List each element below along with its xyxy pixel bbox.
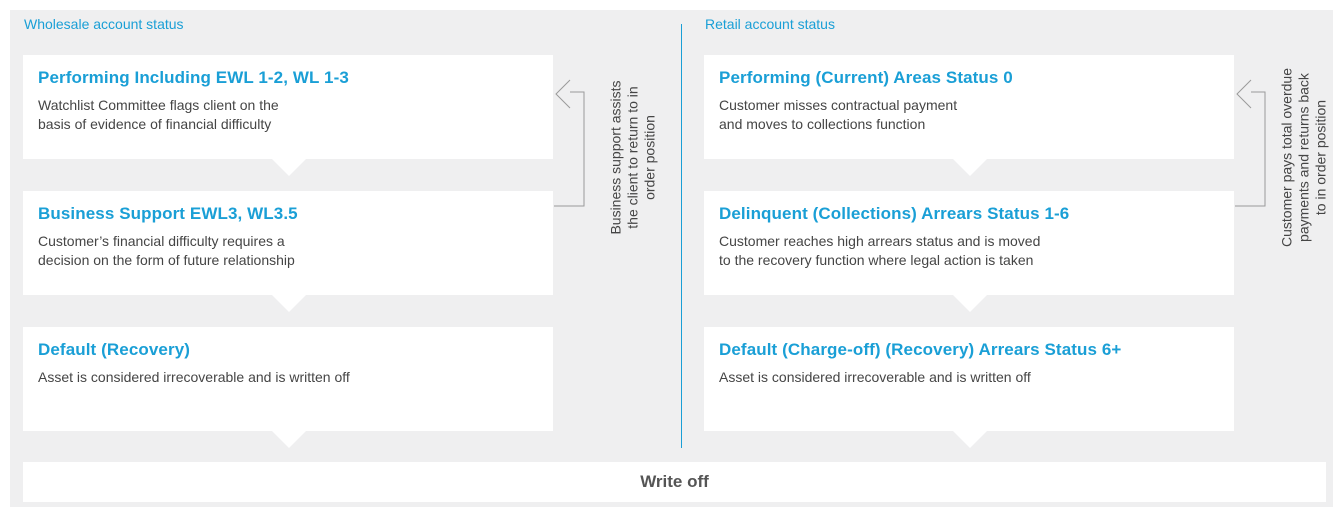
down-arrow-notch	[953, 159, 987, 176]
card-title: Performing Including EWL 1-2, WL 1-3	[38, 68, 349, 87]
wholesale-card-business-support: Business Support EWL3, WL3.5 Customer’s …	[23, 191, 553, 295]
retail-side-note: Customer pays total overdue payments and…	[1278, 68, 1329, 247]
down-arrow-notch	[953, 295, 987, 312]
retail-section-title: Retail account status	[705, 16, 835, 32]
down-arrow-notch	[272, 431, 306, 448]
card-description: Customer reaches high arrears status and…	[719, 233, 1041, 268]
down-arrow-notch	[953, 431, 987, 448]
wholesale-section-title: Wholesale account status	[24, 16, 184, 32]
card-title: Performing (Current) Areas Status 0	[719, 68, 1013, 87]
retail-card-performing: Performing (Current) Areas Status 0 Cust…	[704, 55, 1234, 159]
card-description: Asset is considered irrecoverable and is…	[719, 369, 1031, 385]
card-title: Business Support EWL3, WL3.5	[38, 204, 298, 223]
card-title: Delinquent (Collections) Arrears Status …	[719, 204, 1070, 223]
card-description: Watchlist Committee flags client on the …	[38, 97, 279, 132]
wholesale-side-note: Business support assists the client to r…	[607, 80, 658, 235]
down-arrow-notch	[272, 159, 306, 176]
card-title: Default (Charge-off) (Recovery) Arrears …	[719, 340, 1122, 359]
down-arrow-notch	[272, 295, 306, 312]
retail-card-default: Default (Charge-off) (Recovery) Arrears …	[704, 327, 1234, 431]
return-arrow-icon	[554, 79, 585, 207]
wholesale-card-performing: Performing Including EWL 1-2, WL 1-3 Wat…	[23, 55, 553, 159]
card-title: Default (Recovery)	[38, 340, 191, 359]
write-off-bar: Write off	[23, 462, 1326, 502]
return-arrow-icon	[1235, 79, 1266, 207]
retail-card-delinquent: Delinquent (Collections) Arrears Status …	[704, 191, 1234, 295]
card-description: Customer’s financial difficulty requires…	[38, 233, 295, 268]
wholesale-card-default: Default (Recovery) Asset is considered i…	[23, 327, 553, 431]
section-divider	[681, 24, 682, 448]
card-description: Asset is considered irrecoverable and is…	[38, 369, 350, 385]
write-off-label: Write off	[640, 472, 709, 491]
card-description: Customer misses contractual payment and …	[719, 97, 958, 132]
